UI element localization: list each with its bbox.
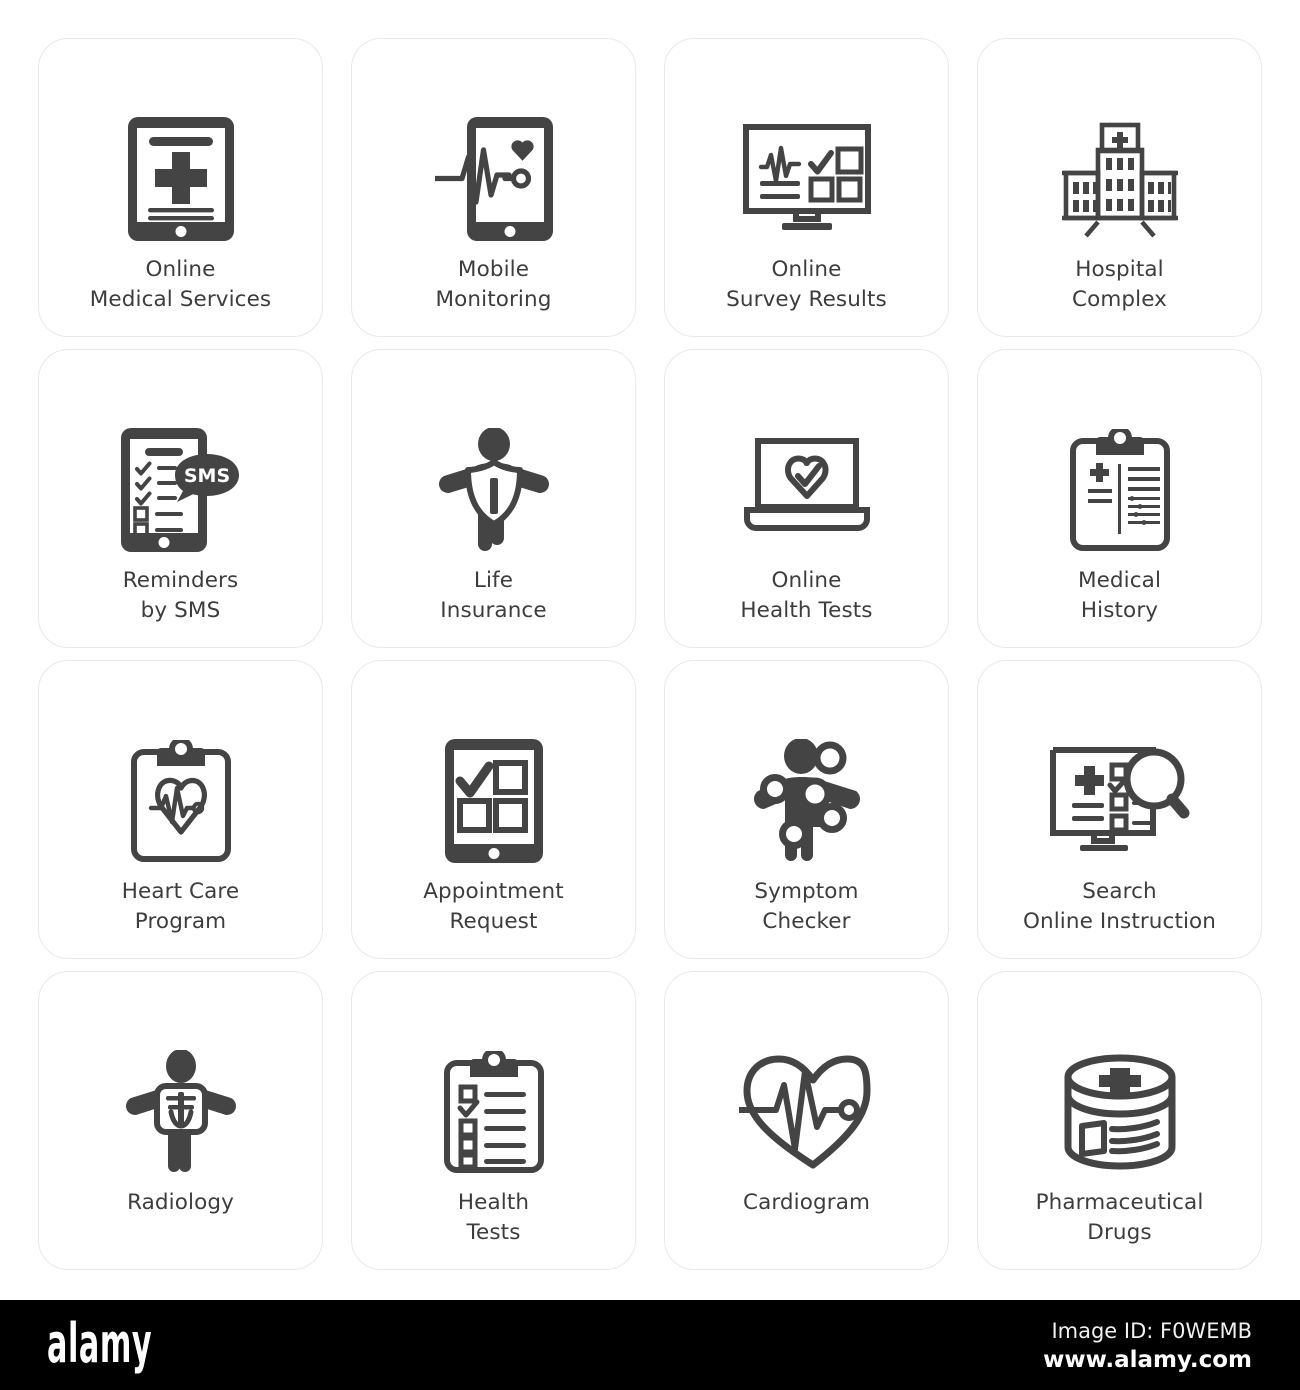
tile-symptom-checker[interactable]: Symptom Checker	[664, 660, 949, 959]
clipboard-heart-pulse-icon	[106, 739, 256, 863]
tile-cardiogram[interactable]: Cardiogram	[664, 971, 949, 1270]
tile-search-online-instruction[interactable]: Search Online Instruction	[977, 660, 1262, 959]
tile-label: Online Health Tests	[740, 568, 873, 623]
tile-label: Life Insurance	[440, 568, 547, 623]
person-pain-points-icon	[732, 739, 882, 863]
tile-radiology[interactable]: Radiology	[38, 971, 323, 1270]
icon-grid: Online Medical Services Mobile Monitorin…	[38, 38, 1262, 1270]
tile-label: Hospital Complex	[1071, 257, 1167, 312]
tile-medical-history[interactable]: Medical History	[977, 349, 1262, 648]
laptop-heart-check-icon	[732, 428, 882, 552]
tile-online-health-tests[interactable]: Online Health Tests	[664, 349, 949, 648]
tile-pharmaceutical-drugs[interactable]: Pharmaceutical Drugs	[977, 971, 1262, 1270]
tile-heart-care-program[interactable]: Heart Care Program	[38, 660, 323, 959]
clipboard-medical-record-icon	[1045, 428, 1195, 552]
monitor-survey-checkbox-icon	[732, 117, 882, 241]
tile-label: Reminders by SMS	[122, 568, 239, 623]
tile-label: Heart Care Program	[121, 879, 240, 934]
monitor-magnifier-icon	[1045, 739, 1195, 863]
tile-label: Radiology	[127, 1190, 234, 1215]
tile-mobile-monitoring[interactable]: Mobile Monitoring	[351, 38, 636, 337]
tile-appointment-request[interactable]: Appointment Request	[351, 660, 636, 959]
tile-health-tests[interactable]: Health Tests	[351, 971, 636, 1270]
heart-cardiogram-icon	[732, 1050, 882, 1174]
tile-label: Symptom Checker	[754, 879, 859, 934]
person-xray-chest-icon	[106, 1050, 256, 1174]
tile-label: Online Survey Results	[726, 257, 887, 312]
tile-label: Mobile Monitoring	[435, 257, 552, 312]
person-shield-icon	[419, 428, 569, 552]
tile-online-survey-results[interactable]: Online Survey Results	[664, 38, 949, 337]
hospital-building-icon	[1045, 117, 1195, 241]
tile-label: Appointment Request	[423, 879, 564, 934]
medicine-jar-cross-icon	[1045, 1050, 1195, 1174]
tile-online-medical-services[interactable]: Online Medical Services	[38, 38, 323, 337]
tile-hospital-complex[interactable]: Hospital Complex	[977, 38, 1262, 337]
tablet-medical-cross-icon	[106, 117, 256, 241]
smartphone-sms-checklist-icon: SMS	[106, 428, 256, 552]
alamy-url-text: www.alamy.com	[1043, 1347, 1252, 1373]
clipboard-checklist-icon	[419, 1050, 569, 1174]
smartphone-heartbeat-icon	[419, 117, 569, 241]
tile-label: Health Tests	[457, 1190, 530, 1245]
tile-label: Online Medical Services	[89, 257, 272, 312]
tile-reminders-by-sms[interactable]: SMS Reminders by SMS	[38, 349, 323, 648]
alamy-watermark-footer: alamy Image ID: F0WEMB www.alamy.com	[0, 1300, 1300, 1390]
alamy-logo: alamy	[47, 1312, 153, 1375]
tablet-checkbox-grid-icon	[419, 739, 569, 863]
tile-life-insurance[interactable]: Life Insurance	[351, 349, 636, 648]
tile-label: Medical History	[1077, 568, 1162, 623]
image-id-text: Image ID: F0WEMB	[1051, 1319, 1252, 1343]
tile-label: Cardiogram	[742, 1190, 871, 1215]
tile-label: Pharmaceutical Drugs	[1035, 1190, 1204, 1245]
sms-bubble-text: SMS	[183, 465, 229, 487]
footer-meta: Image ID: F0WEMB www.alamy.com	[1043, 1318, 1252, 1374]
tile-label: Search Online Instruction	[1022, 879, 1217, 934]
